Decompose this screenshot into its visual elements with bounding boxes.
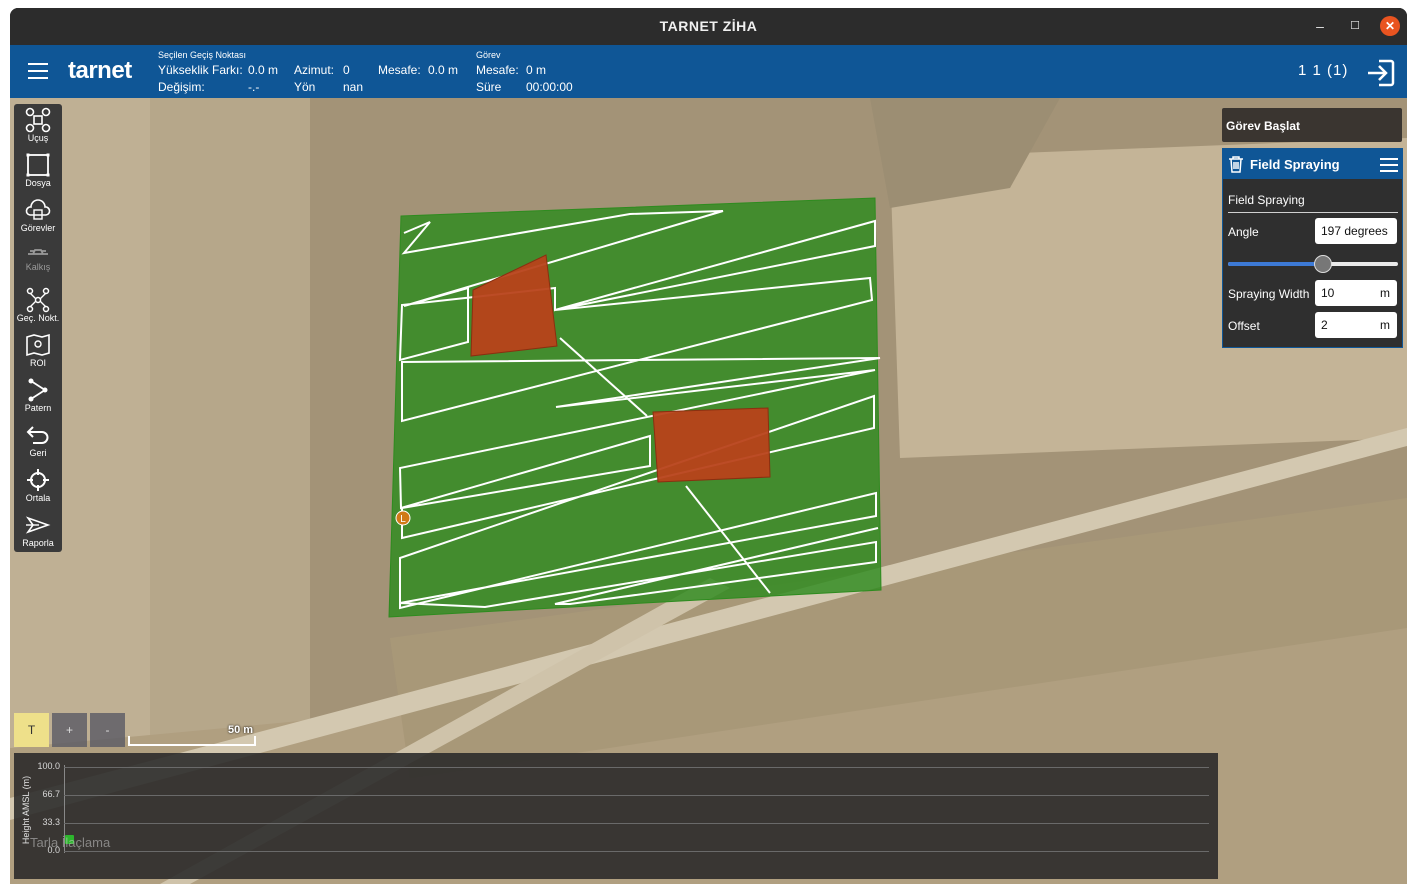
- offset-unit: m: [1380, 318, 1390, 332]
- tasks-icon: [25, 199, 51, 220]
- distance-value: 0.0 m: [428, 63, 459, 77]
- minimize-button[interactable]: –: [1310, 16, 1330, 36]
- azimuth-value: 0: [343, 63, 350, 77]
- start-mission-label: Görev Başlat: [1226, 119, 1301, 133]
- app-window: TARNET ZİHA – ☐ ✕ tarnet Seçilen Geçiş N…: [10, 8, 1407, 884]
- tool-label: Geç. Nokt.: [16, 313, 60, 323]
- tool-label: ROI: [29, 358, 46, 368]
- profile-tick: 66.7: [42, 789, 60, 799]
- title-bar: TARNET ZİHA – ☐ ✕: [10, 8, 1407, 45]
- spraying-width-input[interactable]: 10 m: [1315, 280, 1397, 306]
- offset-value: 2: [1321, 318, 1328, 332]
- zoom-in-button[interactable]: +: [52, 713, 87, 747]
- offset-label: Offset: [1228, 319, 1260, 333]
- tool-label: Kalkış: [25, 262, 51, 272]
- azimuth-label: Azimut:: [294, 63, 335, 77]
- tool-center[interactable]: Ortala: [14, 464, 62, 508]
- grid-line: [64, 767, 1209, 768]
- tool-roi[interactable]: ROI: [14, 329, 62, 373]
- selected-waypoint-heading: Seçilen Geçiş Noktası: [158, 50, 247, 60]
- tool-strip: Uçuş Dosya Görevler Kalkış Geç. Nokt. RO…: [14, 104, 62, 552]
- tool-pattern[interactable]: Patern: [14, 374, 62, 418]
- top-toolbar: tarnet Seçilen Geçiş Noktası Yükseklik F…: [10, 45, 1407, 98]
- tool-return[interactable]: Geri: [14, 419, 62, 463]
- mission-time-value: 00:00:00: [526, 80, 573, 94]
- zoom-terrain-button[interactable]: T: [14, 713, 49, 747]
- center-icon: [27, 469, 49, 491]
- spraying-width-label: Spraying Width: [1228, 287, 1310, 301]
- obstacle-zone: [652, 407, 771, 483]
- tool-flight[interactable]: Uçuş: [14, 104, 62, 148]
- window-title: TARNET ZİHA: [659, 18, 758, 34]
- pattern-editor-panel: Field Spraying Field Spraying Angle 197 …: [1222, 148, 1403, 348]
- tool-report[interactable]: Raporla: [14, 509, 62, 553]
- angle-input[interactable]: 197 degrees: [1315, 218, 1397, 244]
- trash-icon[interactable]: [1228, 155, 1244, 173]
- start-mission-button[interactable]: Görev Başlat: [1222, 108, 1402, 142]
- tool-file[interactable]: Dosya: [14, 149, 62, 193]
- profile-overlay-text: Tarla İlaçlama: [30, 835, 111, 850]
- divider: [1228, 212, 1398, 213]
- tool-label: Geri: [29, 448, 47, 458]
- mission-time-label: Süre: [476, 80, 502, 94]
- tool-label: Patern: [24, 403, 52, 413]
- alt-diff-value: 0.0 m: [248, 63, 279, 77]
- takeoff-icon: [28, 249, 48, 255]
- return-icon: [26, 426, 49, 444]
- profile-tick: 100.0: [37, 761, 60, 771]
- angle-label: Angle: [1228, 225, 1259, 239]
- tool-label: Görevler: [20, 223, 56, 233]
- report-icon: [25, 516, 51, 534]
- angle-slider-handle[interactable]: [1313, 255, 1332, 273]
- map-view[interactable]: L Uçuş Dosya Görevler Kalkış Geç. Nokt.: [10, 98, 1407, 884]
- profile-tick: 33.3: [42, 817, 60, 827]
- mission-distance-label: Mesafe:: [476, 63, 519, 77]
- angle-slider-fill: [1228, 262, 1322, 266]
- heading-label: Yön: [294, 80, 316, 94]
- tool-takeoff: Kalkış: [14, 239, 62, 283]
- map-scale: 50 m: [128, 724, 256, 746]
- change-value: -.-: [248, 80, 260, 94]
- roi-icon: [26, 333, 50, 357]
- app-logo: tarnet: [68, 57, 132, 84]
- grid-line: [64, 851, 1209, 852]
- offset-input[interactable]: 2 m: [1315, 312, 1397, 338]
- tool-label: Dosya: [25, 178, 51, 188]
- exit-icon[interactable]: [1365, 57, 1397, 94]
- pattern-icon: [28, 378, 48, 402]
- scale-label: 50 m: [228, 724, 254, 736]
- zoom-out-button[interactable]: -: [90, 713, 125, 747]
- mission-heading: Görev: [476, 50, 501, 60]
- pattern-subtitle: Field Spraying: [1228, 193, 1305, 207]
- panel-header: Field Spraying: [1223, 149, 1402, 179]
- alt-diff-label: Yükseklik Farkı:: [158, 63, 243, 77]
- spraying-width-unit: m: [1380, 286, 1390, 300]
- grid-line: [64, 795, 1209, 796]
- tool-label: Ortala: [25, 493, 51, 503]
- menu-icon[interactable]: [28, 63, 48, 79]
- drone-icon: [25, 107, 51, 133]
- close-button[interactable]: ✕: [1380, 16, 1400, 36]
- maximize-button[interactable]: ☐: [1345, 16, 1365, 36]
- tool-waypoint[interactable]: Geç. Nokt.: [14, 284, 62, 328]
- angle-value: 197 degrees: [1321, 224, 1388, 238]
- grid-line: [64, 823, 1209, 824]
- tool-tasks[interactable]: Görevler: [14, 194, 62, 238]
- launch-marker-label: L: [400, 514, 406, 525]
- change-label: Değişim:: [158, 80, 205, 94]
- waypoint-icon: [26, 287, 50, 313]
- panel-title: Field Spraying: [1250, 157, 1340, 172]
- vehicle-status[interactable]: 1 1 (1): [1298, 62, 1348, 79]
- tool-label: Uçuş: [27, 133, 49, 143]
- file-icon: [26, 153, 50, 177]
- panel-menu-icon[interactable]: [1380, 158, 1398, 172]
- altitude-profile: Height AMSL (m) 100.0 66.7 33.3 0.0 Tarl…: [14, 753, 1218, 879]
- spraying-width-value: 10: [1321, 286, 1335, 300]
- heading-value: nan: [343, 80, 364, 94]
- tool-label: Raporla: [22, 538, 54, 548]
- mission-distance-value: 0 m: [526, 63, 547, 77]
- distance-label: Mesafe:: [378, 63, 421, 77]
